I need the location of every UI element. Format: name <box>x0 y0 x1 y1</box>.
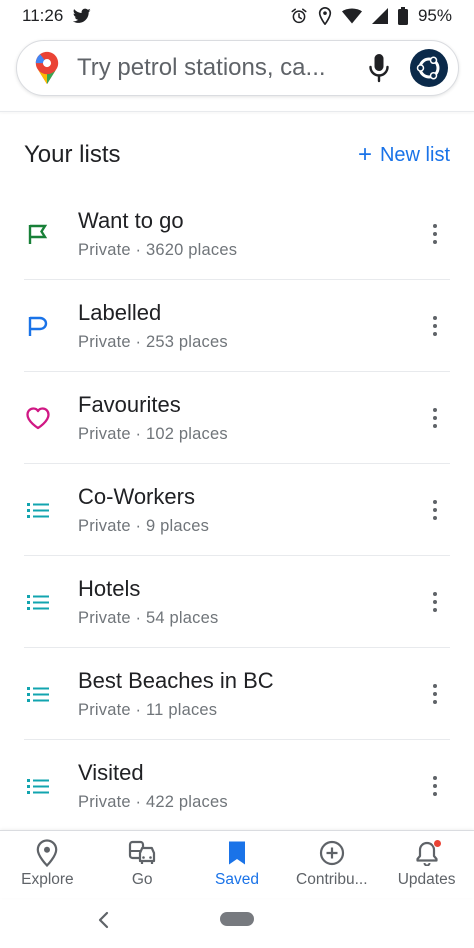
list-item-subtitle: Private · 3620 places <box>78 241 238 259</box>
nav-contribute[interactable]: Contribu... <box>284 831 379 898</box>
bottom-nav: Explore Go Saved Contribu... Updates <box>0 830 474 898</box>
bookmark-icon <box>223 839 251 867</box>
status-bar: 11:26 95% <box>0 0 474 32</box>
list-icon <box>24 680 52 708</box>
search-bar[interactable]: Try petrol stations, ca... <box>16 40 459 96</box>
list-item-labelled[interactable]: Labelled Private · 253 places <box>0 280 474 372</box>
battery-percent: 95% <box>417 6 452 25</box>
list-item-title: Want to go <box>78 208 184 233</box>
more-options-icon[interactable] <box>424 682 446 706</box>
nav-label: Explore <box>21 871 74 888</box>
list-item-subtitle: Private · 11 places <box>78 701 218 719</box>
list-icon <box>24 772 52 800</box>
more-options-icon[interactable] <box>424 498 446 522</box>
signal-icon <box>371 8 388 24</box>
more-options-icon[interactable] <box>424 314 446 338</box>
list-item-subtitle: Private · 54 places <box>78 609 219 627</box>
new-list-button[interactable]: + New list <box>358 143 450 167</box>
heart-icon <box>24 404 52 432</box>
battery-icon <box>397 7 408 25</box>
list-item-want-to-go[interactable]: Want to go Private · 3620 places <box>0 188 474 280</box>
maps-logo-icon <box>33 51 61 85</box>
list-item-title: Visited <box>78 760 144 785</box>
nav-go[interactable]: Go <box>95 831 190 898</box>
nav-label: Updates <box>397 871 456 888</box>
status-right: 95% <box>290 6 452 26</box>
list-item-subtitle: Private · 102 places <box>78 425 228 443</box>
location-pin-icon <box>33 839 61 867</box>
more-options-icon[interactable] <box>424 222 446 246</box>
list-item-title: Best Beaches in BC <box>78 668 274 693</box>
home-pill[interactable] <box>220 912 254 926</box>
wifi-icon <box>341 8 362 24</box>
list-item-co-workers[interactable]: Co-Workers Private · 9 places <box>0 464 474 556</box>
list-item-subtitle: Private · 253 places <box>78 333 228 351</box>
more-options-icon[interactable] <box>424 406 446 430</box>
nav-label: Saved <box>215 871 259 888</box>
label-flag-icon <box>24 312 52 340</box>
list-item-title: Co-Workers <box>78 484 195 509</box>
avatar[interactable] <box>410 49 448 87</box>
commute-icon <box>128 839 156 867</box>
list-item-visited[interactable]: Visited Private · 422 places <box>0 740 474 832</box>
system-nav-bar <box>0 898 474 948</box>
search-input[interactable]: Try petrol stations, ca... <box>77 54 366 82</box>
more-options-icon[interactable] <box>424 590 446 614</box>
saved-lists: Want to go Private · 3620 places Labelle… <box>0 188 474 832</box>
nav-updates[interactable]: Updates <box>379 831 474 898</box>
back-icon[interactable] <box>96 910 112 930</box>
list-item-title: Hotels <box>78 576 141 601</box>
list-item-subtitle: Private · 9 places <box>78 517 210 535</box>
mic-icon[interactable] <box>366 53 392 83</box>
nav-saved[interactable]: Saved <box>190 831 285 898</box>
list-item-best-beaches-in-bc[interactable]: Best Beaches in BC Private · 11 places <box>0 648 474 740</box>
twitter-icon <box>73 8 91 24</box>
nav-label: Go <box>131 871 153 888</box>
nav-label: Contribu... <box>296 871 368 888</box>
more-options-icon[interactable] <box>424 774 446 798</box>
lists-header: Your lists + New list <box>24 138 450 172</box>
add-circle-icon <box>318 839 346 867</box>
lists-title: Your lists <box>24 141 121 168</box>
status-time: 11:26 <box>22 6 64 25</box>
new-list-label: New list <box>379 143 450 166</box>
list-icon <box>24 496 52 524</box>
nav-explore[interactable]: Explore <box>0 831 95 898</box>
list-item-title: Favourites <box>78 392 181 417</box>
header-divider <box>0 111 474 112</box>
flag-icon <box>24 220 52 248</box>
plus-icon: + <box>357 141 372 168</box>
list-item-subtitle: Private · 422 places <box>78 793 228 811</box>
notification-badge <box>432 839 442 848</box>
alarm-icon <box>290 7 308 25</box>
list-item-title: Labelled <box>78 300 162 325</box>
location-status-icon <box>318 7 332 25</box>
list-icon <box>24 588 52 616</box>
list-item-favourites[interactable]: Favourites Private · 102 places <box>0 372 474 464</box>
status-left: 11:26 <box>22 6 91 26</box>
list-item-hotels[interactable]: Hotels Private · 54 places <box>0 556 474 648</box>
